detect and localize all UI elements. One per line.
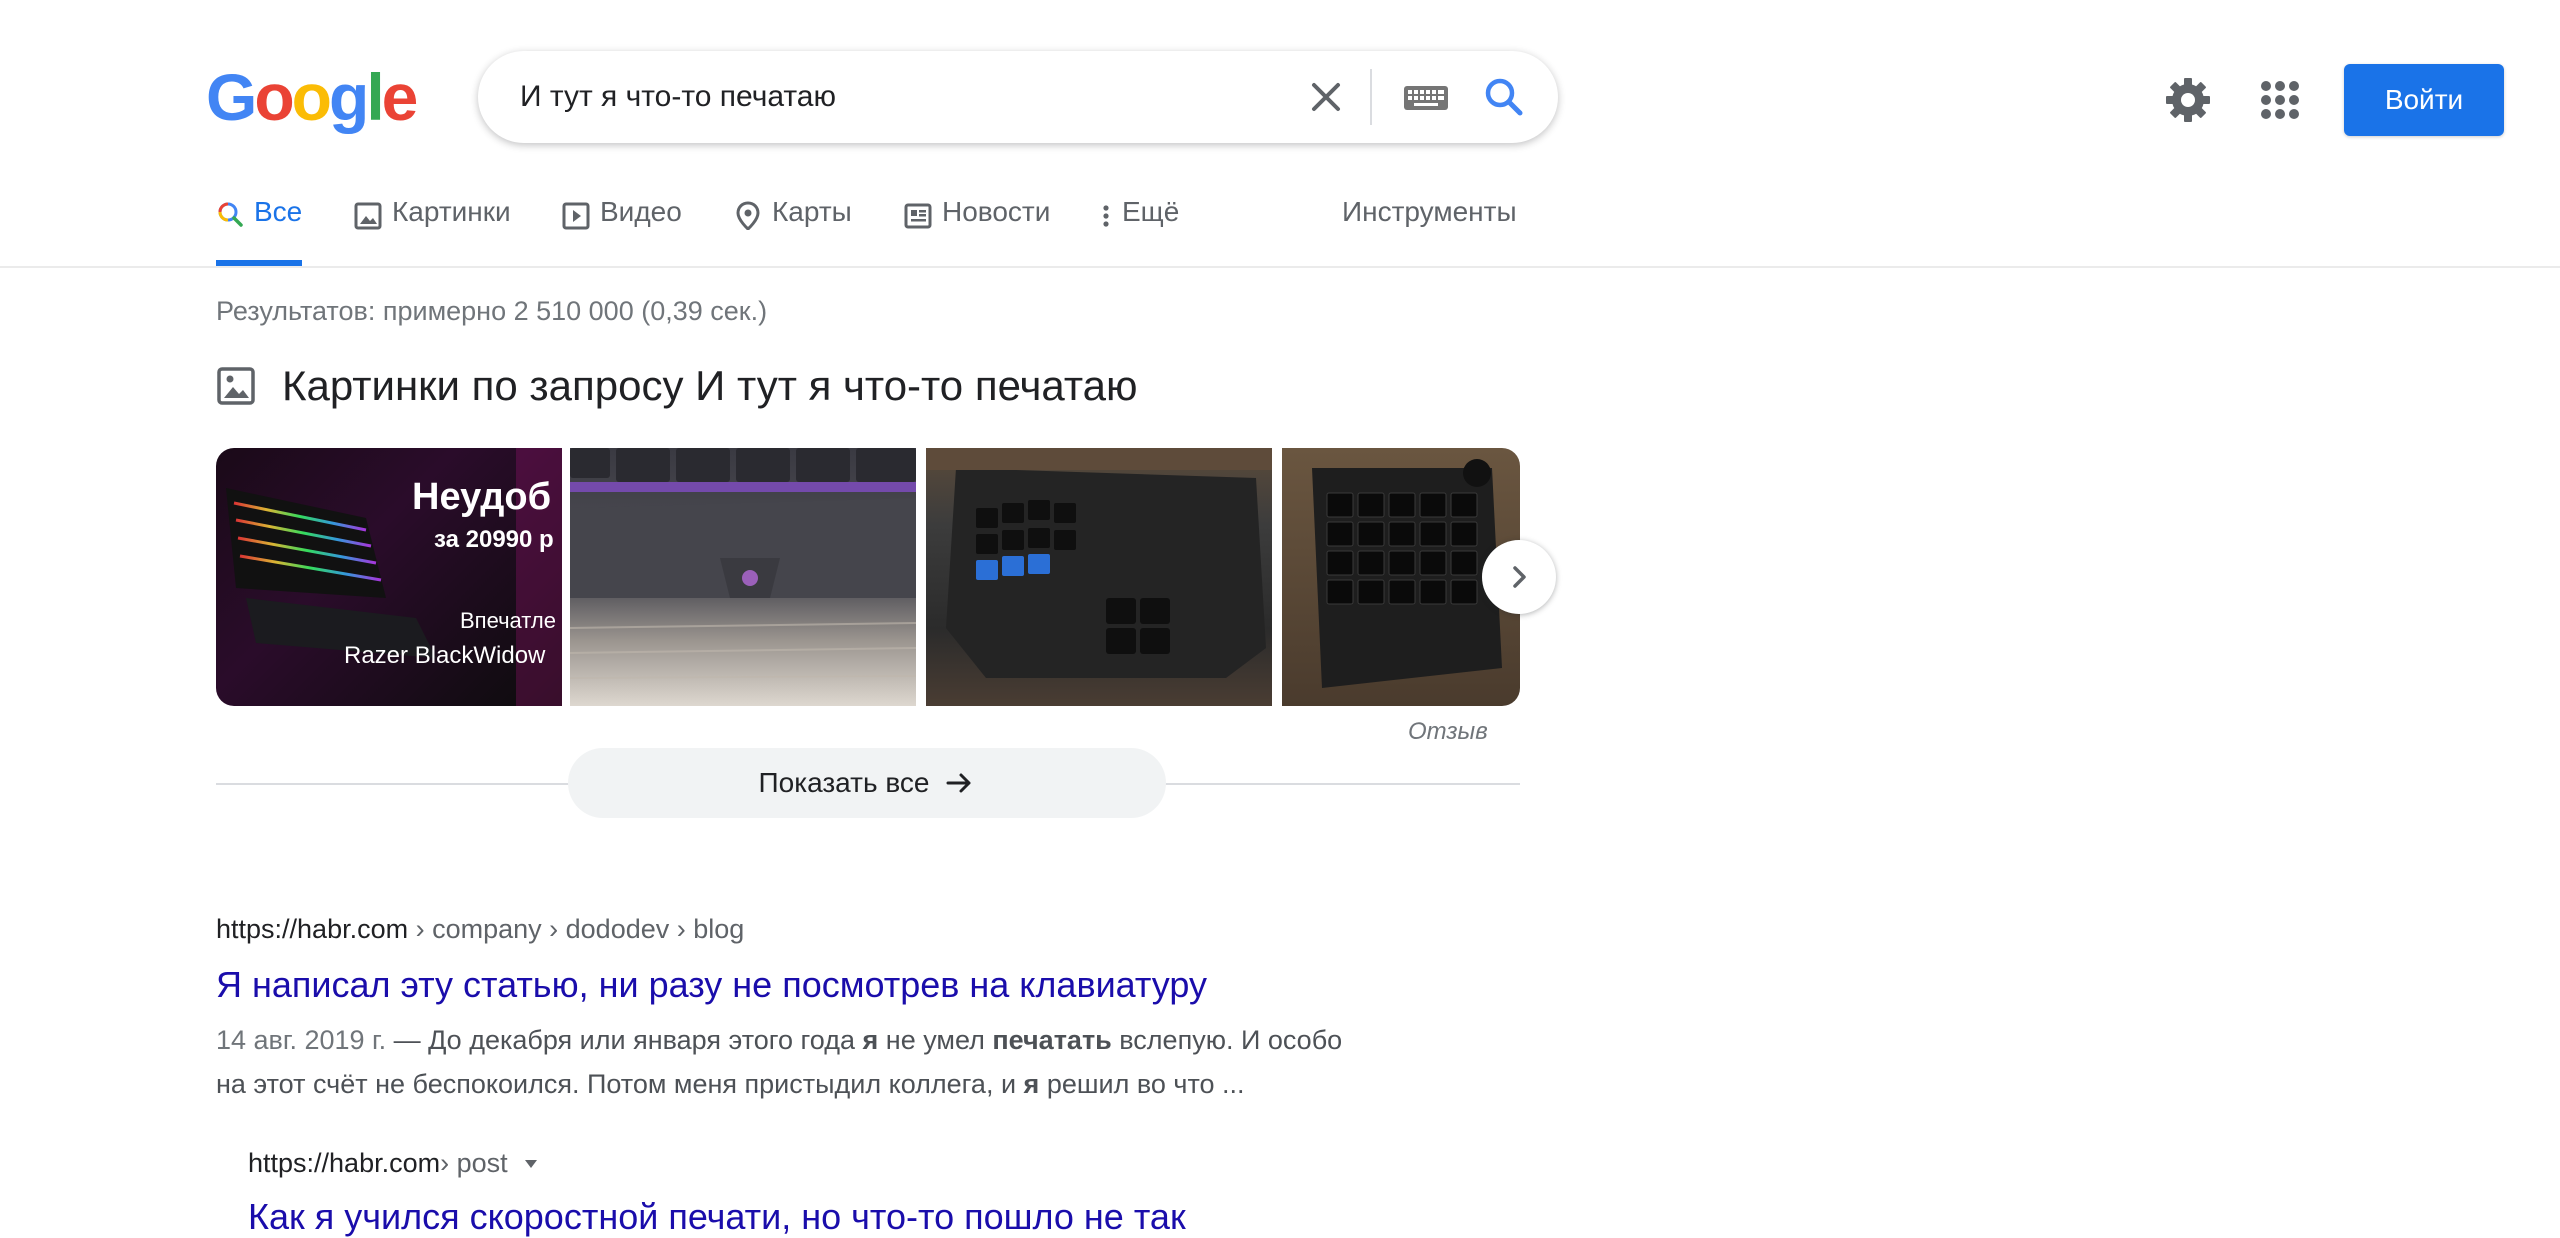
snippet-highlight: я — [1023, 1069, 1040, 1099]
result-title-link[interactable]: Я написал эту статью, ни разу не посмотр… — [216, 964, 1207, 1006]
snippet-highlight: я — [862, 1025, 879, 1055]
snippet-text: не умел — [878, 1025, 993, 1055]
tab-all[interactable]: Все — [216, 196, 303, 266]
result-url[interactable]: https://habr.com › post — [248, 1148, 540, 1179]
tab-images[interactable]: Картинки — [354, 196, 511, 264]
tab-label: Все — [254, 196, 303, 227]
caret-down-icon[interactable] — [522, 1155, 540, 1173]
result-url-host: https://habr.com — [248, 1148, 441, 1178]
image-thumbnail[interactable] — [926, 448, 1272, 706]
tools-button[interactable]: Инструменты — [1342, 196, 1517, 228]
feedback-link[interactable]: Отзыв — [1408, 718, 1488, 746]
image-carousel: Неудоб за 20990 р Впечатле Razer BlackWi… — [216, 448, 1520, 706]
signin-button[interactable]: Войти — [2344, 64, 2504, 136]
thumb-caption: за 20990 р — [434, 526, 554, 553]
google-logo[interactable]: Google — [206, 64, 418, 130]
image-thumbnail[interactable]: Неудоб за 20990 р Впечатле Razer BlackWi… — [216, 448, 562, 706]
result-url-path: › post — [440, 1148, 508, 1178]
result-url-path: › company › dododev › blog — [408, 914, 745, 944]
play-icon — [562, 202, 590, 230]
snippet-highlight: печатать — [992, 1025, 1112, 1055]
result-url[interactable]: https://habr.com › company › dododev › b… — [216, 914, 744, 945]
image-icon — [354, 202, 382, 230]
search-icon — [218, 202, 243, 227]
tab-label: Карты — [772, 196, 852, 227]
search-tabs: Все Картинки Видео Карты Новости Ещё Инс… — [0, 196, 2560, 268]
search-box — [478, 51, 1558, 143]
images-heading-text: Картинки по запросу И тут я что-то печат… — [282, 362, 1138, 409]
result-url-host: https://habr.com — [216, 914, 409, 944]
keyboard-icon[interactable] — [1396, 75, 1456, 119]
arrow-right-icon — [946, 773, 971, 793]
carousel-next-button[interactable] — [1482, 540, 1556, 614]
images-heading[interactable]: Картинки по запросу И тут я что-то печат… — [216, 362, 1137, 410]
image-thumbnail[interactable] — [569, 448, 917, 706]
snippet-text: решил во что ... — [1039, 1069, 1245, 1099]
settings-gear-icon[interactable] — [2160, 72, 2216, 128]
snippet-text: на этот счёт не беспокоился. Потом меня … — [216, 1069, 1024, 1099]
image-icon — [217, 367, 255, 405]
apps-grid-icon[interactable] — [2252, 72, 2308, 128]
snippet-text: — До декабря или января этого года — [386, 1025, 863, 1055]
chevron-right-icon — [1513, 566, 1526, 588]
show-all-images-button[interactable]: Показать все — [568, 748, 1166, 818]
thumb-caption: Неудоб — [412, 476, 552, 518]
thumb-caption: Впечатле — [460, 608, 556, 633]
result-stats: Результатов: примерно 2 510 000 (0,39 се… — [216, 296, 768, 326]
search-input[interactable] — [520, 73, 1320, 121]
clear-search-icon[interactable] — [1300, 71, 1352, 123]
tab-more[interactable]: Ещё — [1100, 196, 1179, 264]
search-icon[interactable] — [1476, 69, 1532, 125]
tab-maps[interactable]: Карты — [734, 196, 852, 264]
tab-news[interactable]: Новости — [904, 196, 1050, 264]
tab-video[interactable]: Видео — [562, 196, 682, 264]
tab-label: Картинки — [392, 196, 511, 227]
tab-label: Новости — [942, 196, 1051, 227]
news-icon — [904, 203, 932, 229]
map-pin-icon — [736, 201, 760, 230]
tab-label: Ещё — [1122, 196, 1180, 227]
tab-label: Видео — [600, 196, 682, 227]
thumb-caption: Razer BlackWidow — [344, 642, 546, 669]
result-snippet: 14 авг. 2019 г. — До декабря или января … — [216, 1018, 1456, 1106]
more-vert-icon — [1103, 205, 1109, 227]
search-divider — [1370, 69, 1372, 125]
snippet-text: вслепую. И особо — [1111, 1025, 1343, 1055]
show-all-label: Показать все — [758, 767, 930, 798]
result-date: 14 авг. 2019 г. — [216, 1025, 387, 1055]
